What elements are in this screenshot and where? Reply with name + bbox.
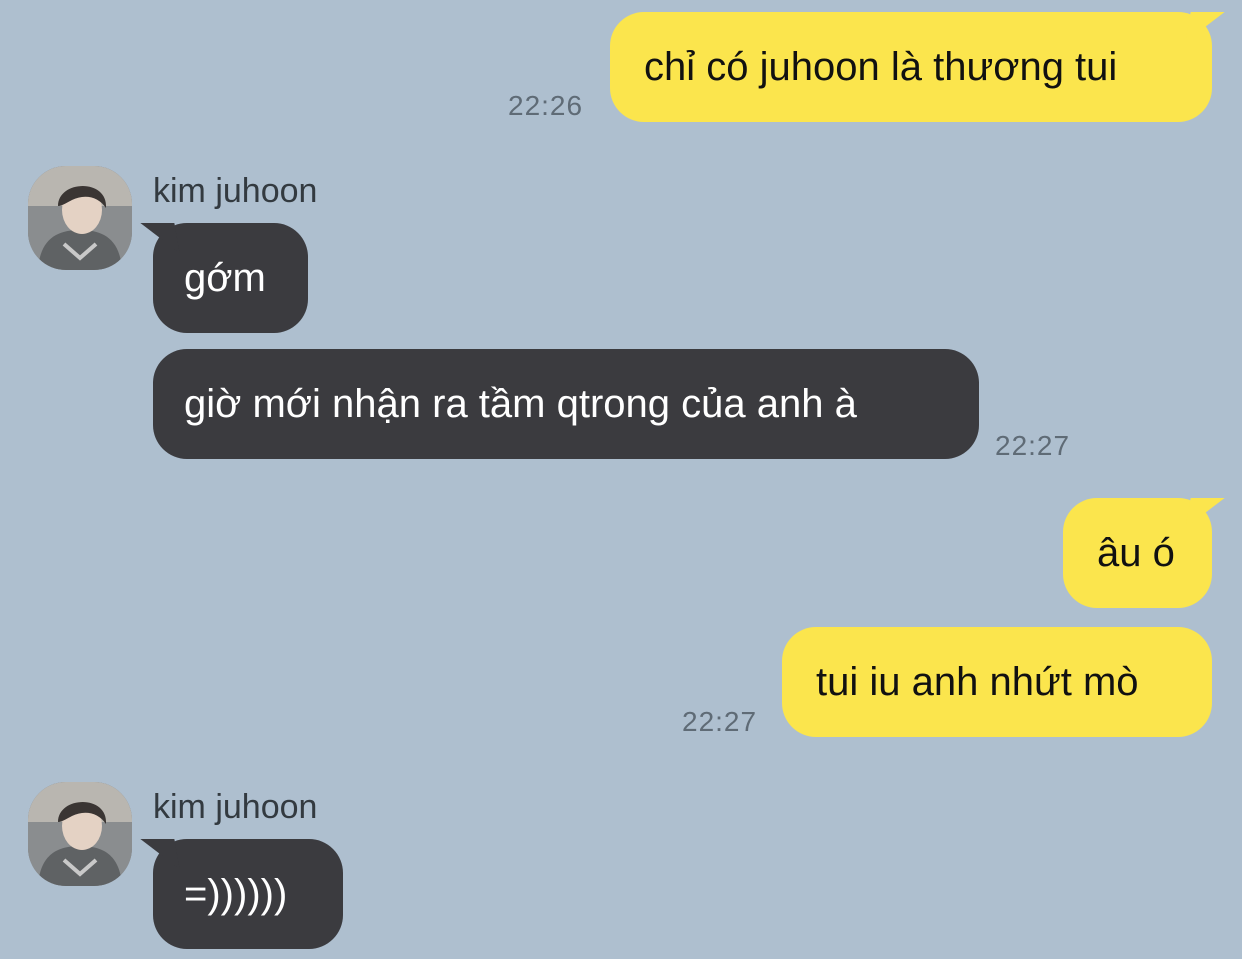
avatar[interactable] <box>28 166 132 270</box>
outgoing-message-bubble[interactable]: chỉ có juhoon là thương tui <box>610 12 1212 122</box>
outgoing-message-bubble[interactable]: âu ó <box>1063 498 1212 608</box>
incoming-message-bubble[interactable]: gớm <box>153 223 308 333</box>
outgoing-message-bubble[interactable]: tui iu anh nhứt mò <box>782 627 1212 737</box>
message-text: gớm <box>184 256 266 300</box>
profile-photo-icon <box>28 782 132 886</box>
message-timestamp: 22:27 <box>995 430 1071 461</box>
profile-photo-icon <box>28 166 132 270</box>
sender-name: kim juhoon <box>153 172 318 210</box>
message-text: tui iu anh nhứt mò <box>816 660 1139 704</box>
sender-name: kim juhoon <box>153 788 318 826</box>
incoming-message-bubble[interactable]: =)))))) <box>153 839 343 949</box>
message-timestamp: 22:27 <box>682 706 758 737</box>
message-text: âu ó <box>1097 531 1175 575</box>
avatar[interactable] <box>28 782 132 886</box>
message-text: chỉ có juhoon là thương tui <box>644 45 1118 89</box>
message-timestamp: 22:26 <box>508 90 584 121</box>
message-text: giờ mới nhận ra tầm qtrong của anh à <box>184 382 857 426</box>
incoming-message-bubble[interactable]: giờ mới nhận ra tầm qtrong của anh à <box>153 349 979 459</box>
message-text: =)))))) <box>184 872 288 916</box>
